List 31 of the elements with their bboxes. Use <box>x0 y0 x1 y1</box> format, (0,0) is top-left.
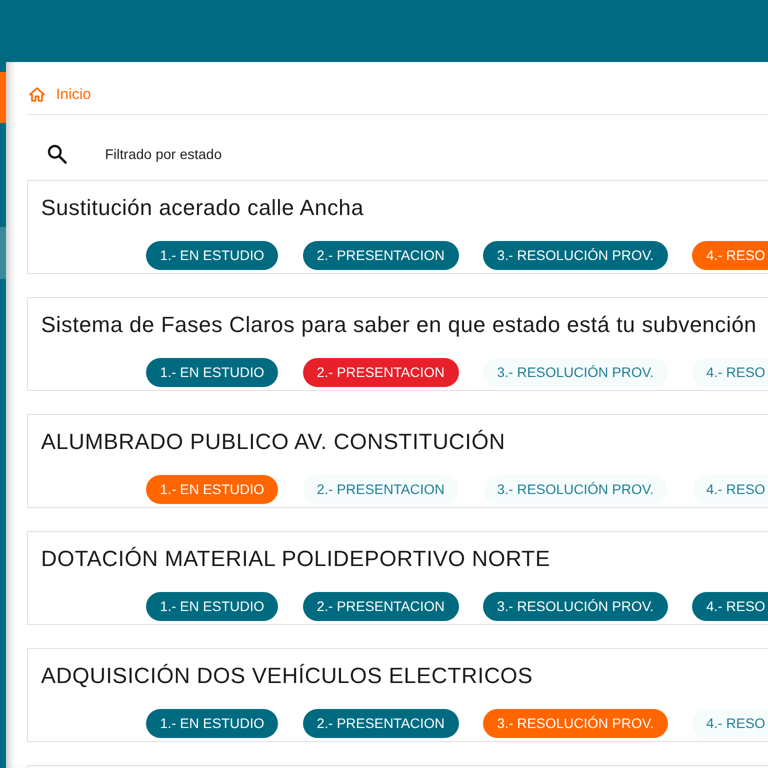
breadcrumb-link[interactable]: Inicio <box>29 86 92 103</box>
filter-label: Filtrado por estado <box>105 146 222 162</box>
phase-chip: 4.- RESO <box>692 709 768 738</box>
phase-chip: 2.- PRESENTACION <box>302 592 459 621</box>
home-icon <box>29 87 45 102</box>
phase-chip: 3.- RESOLUCIÓN PROV. <box>483 709 668 738</box>
phase-chip: 4.- RESO <box>692 358 768 387</box>
project-title: DOTACIÓN MATERIAL POLIDEPORTIVO NORTE <box>41 546 552 572</box>
phase-chip: 2.- PRESENTACION <box>302 241 459 270</box>
phase-chip: 1.- EN ESTUDIO <box>146 475 278 504</box>
phase-chip: 3.- RESOLUCIÓN PROV. <box>483 592 668 621</box>
phase-chip: 4.- RESO <box>692 475 768 504</box>
phase-chip: 3.- RESOLUCIÓN PROV. <box>483 241 668 270</box>
phase-chip: 2.- PRESENTACION <box>302 475 459 504</box>
project-title: ALUMBRADO PUBLICO AV. CONSTITUCIÓN <box>41 429 506 455</box>
phase-chip: 3.- RESOLUCIÓN PROV. <box>483 358 668 387</box>
phase-chip: 1.- EN ESTUDIO <box>146 241 278 270</box>
sidebar-item[interactable] <box>0 227 6 279</box>
phase-chip: 2.- PRESENTACION <box>302 358 459 387</box>
project-title: Sistema de Fases Claros para saber en que estado está tu subvención <box>41 312 758 338</box>
phase-chip: 2.- PRESENTACION <box>302 709 459 738</box>
sidebar-item[interactable] <box>0 72 6 123</box>
phase-chip: 1.- EN ESTUDIO <box>146 709 278 738</box>
phase-chip: 4.- RESO <box>692 241 768 270</box>
phase-chip: 3.- RESOLUCIÓN PROV. <box>483 475 668 504</box>
search-icon[interactable] <box>47 144 67 164</box>
phase-chip: 1.- EN ESTUDIO <box>146 592 278 621</box>
phase-chip: 4.- RESO <box>692 592 768 621</box>
phase-chip: 1.- EN ESTUDIO <box>146 358 278 387</box>
project-title: Sustitución acerado calle Ancha <box>41 195 365 221</box>
project-title: ADQUISICIÓN DOS VEHÍCULOS ELECTRICOS <box>41 663 534 689</box>
